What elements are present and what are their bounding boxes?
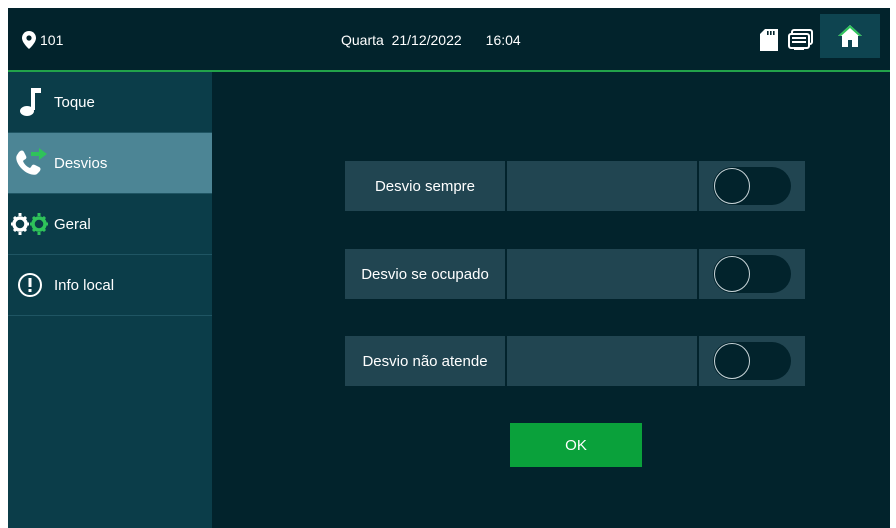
forward-busy-toggle[interactable] — [713, 255, 791, 293]
date-time: Quarta 21/12/2022 16:04 — [341, 8, 521, 72]
forward-no-answer-toggle[interactable] — [713, 342, 791, 380]
forward-always-row: Desvio sempre — [345, 161, 805, 211]
sidebar: Toque Desvios Geral Info local — [8, 72, 212, 528]
forward-busy-number-field[interactable] — [507, 249, 697, 299]
gears-icon — [8, 212, 56, 236]
sidebar-item-label: Desvios — [54, 154, 108, 172]
room-number: 101 — [40, 32, 64, 48]
forward-always-toggle[interactable] — [713, 167, 791, 205]
phone-forward-icon — [8, 148, 56, 178]
music-note-icon — [8, 87, 56, 117]
location-pin-icon — [22, 31, 36, 49]
forward-always-toggle-cell — [699, 161, 805, 211]
sidebar-item-label: Toque — [54, 93, 95, 111]
sd-card-icon — [760, 29, 778, 51]
status-icons — [760, 8, 814, 72]
forward-no-answer-toggle-cell — [699, 336, 805, 386]
forward-busy-label: Desvio se ocupado — [345, 249, 505, 299]
clock: 16:04 — [485, 32, 521, 48]
home-button[interactable] — [820, 14, 880, 58]
sidebar-item-geral[interactable]: Geral — [8, 194, 212, 255]
forward-busy-row: Desvio se ocupado — [345, 249, 805, 299]
forward-no-answer-row: Desvio não atende — [345, 336, 805, 386]
forward-no-answer-label: Desvio não atende — [345, 336, 505, 386]
info-icon — [8, 272, 56, 298]
sidebar-item-label: Info local — [54, 276, 115, 294]
weekday: Quarta — [341, 32, 384, 48]
forward-busy-toggle-cell — [699, 249, 805, 299]
monitor-icon — [788, 29, 813, 50]
sidebar-item-label: Geral — [54, 215, 91, 233]
toggle-knob — [714, 168, 750, 204]
home-icon — [838, 25, 862, 47]
sidebar-item-info-local[interactable]: Info local — [8, 255, 212, 316]
intercom-screen: 101 Quarta 21/12/2022 16:04 Toque Desvio… — [8, 8, 890, 528]
ok-button[interactable]: OK — [510, 423, 642, 467]
forward-no-answer-number-field[interactable] — [507, 336, 697, 386]
forward-always-number-field[interactable] — [507, 161, 697, 211]
date: 21/12/2022 — [391, 32, 462, 48]
room-indicator: 101 — [22, 8, 63, 72]
forward-always-label: Desvio sempre — [345, 161, 505, 211]
sidebar-item-desvios[interactable]: Desvios — [8, 133, 212, 194]
toggle-knob — [714, 343, 750, 379]
status-bar: 101 Quarta 21/12/2022 16:04 — [8, 8, 890, 72]
sidebar-item-toque[interactable]: Toque — [8, 72, 212, 133]
toggle-knob — [714, 256, 750, 292]
